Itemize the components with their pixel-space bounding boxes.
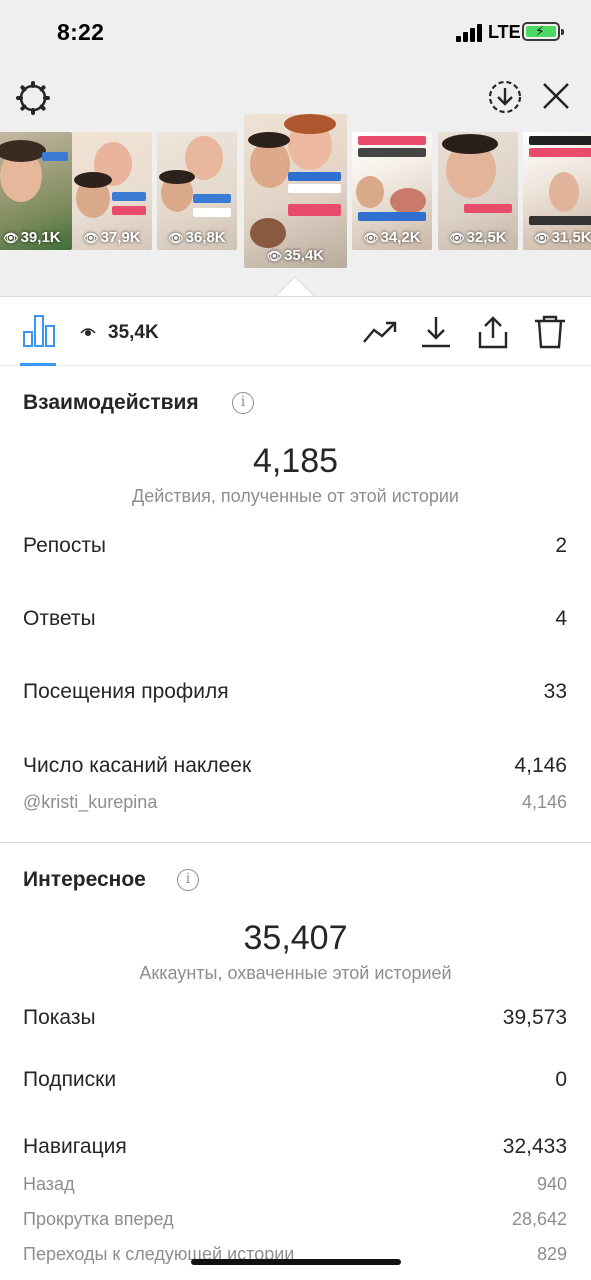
- story-thumbnail[interactable]: 👁 36,8K: [157, 132, 237, 250]
- trash-icon[interactable]: [532, 314, 568, 350]
- story-thumbnail[interactable]: 👁 32,5K: [438, 132, 518, 250]
- story-thumbnail[interactable]: 👁 34,2K: [352, 132, 432, 250]
- story-thumbnail[interactable]: 👁 39,1K: [0, 132, 72, 250]
- interactions-title: Взаимодействия: [23, 391, 199, 414]
- navigation-sub-value: 829: [536, 1244, 567, 1264]
- gear-icon[interactable]: [14, 79, 52, 117]
- share-icon[interactable]: [475, 314, 511, 350]
- sticker-value: 4,146: [521, 792, 567, 812]
- interactions-subtitle: Действия, полученные от этой истории: [132, 486, 459, 506]
- story-thumbnail[interactable]: 👁 31,5K: [523, 132, 591, 250]
- story-toolbar: 35,4K: [0, 296, 591, 366]
- row-label: Число касаний наклеек: [23, 754, 252, 777]
- section-divider: [0, 842, 591, 843]
- row-label: Подписки: [23, 1068, 117, 1091]
- navigation-sub-label: Прокрутка вперед: [23, 1209, 174, 1229]
- download-circle-icon[interactable]: [486, 78, 524, 116]
- row-label: Репосты: [23, 534, 107, 557]
- close-icon[interactable]: [540, 80, 572, 112]
- row-label: Навигация: [23, 1135, 127, 1158]
- discovery-title: Интересное: [23, 868, 146, 891]
- interactions-total: 4,185: [252, 442, 339, 480]
- story-thumbnail-selected[interactable]: 👁 35,4K: [244, 114, 347, 268]
- story-carousel-area: 8:22 LTE ⚡ 👁 39,1K 👁 37,9K 👁 36,8K 👁 35,…: [0, 0, 591, 296]
- story-thumbnail[interactable]: 👁 37,9K: [72, 132, 152, 250]
- status-time: 8:22: [57, 19, 105, 45]
- network-label: LTE: [488, 22, 521, 42]
- discovery-subtitle: Аккаунты, охваченные этой историей: [139, 963, 452, 983]
- row-value: 4: [555, 607, 567, 630]
- row-label: Показы: [23, 1006, 96, 1029]
- sticker-label: @kristi_kurepina: [23, 792, 158, 812]
- battery-icon: ⚡: [522, 22, 564, 41]
- views-count: 35,4K: [108, 322, 159, 343]
- row-value: 4,146: [514, 754, 567, 777]
- signal-icon: [456, 24, 484, 42]
- row-value: 32,433: [502, 1135, 567, 1158]
- download-icon[interactable]: [418, 314, 454, 350]
- eye-icon: [80, 328, 96, 336]
- row-value: 39,573: [502, 1006, 567, 1029]
- navigation-sub-value: 28,642: [511, 1209, 567, 1229]
- row-value: 2: [555, 534, 567, 557]
- row-label: Посещения профиля: [23, 680, 229, 703]
- info-icon[interactable]: i: [177, 869, 199, 891]
- status-bar: 8:22 LTE ⚡: [0, 0, 591, 64]
- home-indicator[interactable]: [191, 1259, 401, 1265]
- discovery-total: 35,407: [243, 919, 348, 957]
- info-icon[interactable]: i: [232, 392, 254, 414]
- trend-icon[interactable]: [362, 314, 398, 350]
- active-tab-indicator: [20, 363, 56, 366]
- story-thumbnails[interactable]: 👁 39,1K 👁 37,9K 👁 36,8K 👁 35,4K 👁 34,2K …: [0, 114, 591, 274]
- navigation-sub-value: 940: [536, 1174, 567, 1194]
- row-value: 0: [555, 1068, 567, 1091]
- row-label: Ответы: [23, 607, 96, 630]
- navigation-sub-label: Назад: [23, 1174, 75, 1194]
- row-value: 33: [543, 680, 567, 703]
- bar-chart-icon[interactable]: [22, 314, 56, 348]
